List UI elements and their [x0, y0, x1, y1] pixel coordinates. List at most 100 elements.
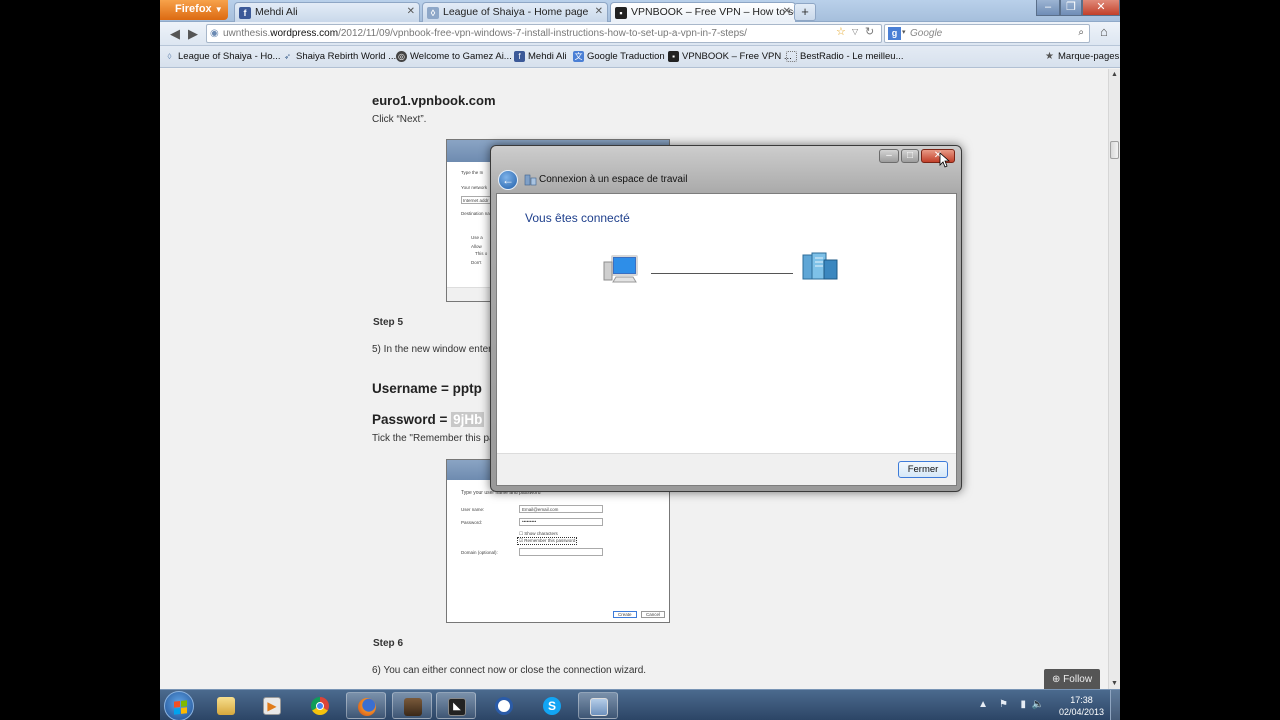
start-button[interactable] — [164, 691, 194, 720]
show-desktop-button[interactable] — [1110, 690, 1120, 720]
globe-icon: ◉ — [210, 28, 219, 39]
workplace-server-icon — [802, 252, 838, 280]
search-icon[interactable]: ⌕ — [1078, 27, 1084, 38]
url-prefix: uwnthesis. — [223, 28, 271, 39]
remote-desktop-icon — [590, 698, 608, 716]
browser-tab-strip: Firefox ▼ f Mehdi Ali ✕ ◊ League of Shaiy… — [160, 0, 1120, 22]
screenshot-text: ••••••••• — [522, 519, 537, 524]
screenshot-text: Email@email.com — [522, 507, 559, 512]
bookmark-league-of-shaiya[interactable]: ◊ League of Shaiya - Ho... — [164, 51, 281, 62]
bookmark-label: VPNBOOK – Free VPN ... — [682, 51, 792, 62]
dialog-maximize-button[interactable]: □ — [901, 149, 919, 163]
minimize-button[interactable]: – — [1036, 0, 1060, 16]
action-center-icon[interactable]: ⚑ — [999, 699, 1008, 710]
bookmarks-toolbar: ◊ League of Shaiya - Ho... ➶ Shaiya Rebirt… — [160, 46, 1120, 68]
screenshot-text: Internet addr — [463, 198, 489, 203]
bookmarks-menu-button[interactable]: ★ Marque-pages — [1044, 51, 1119, 62]
restore-button[interactable]: ❐ — [1060, 0, 1082, 16]
bookmark-label: Shaiya Rebirth World ... — [296, 51, 397, 62]
taskbar-firefox[interactable] — [346, 692, 386, 719]
network-icon — [524, 174, 537, 186]
url-bar[interactable]: ◉ uwnthesis.wordpress.com/2012/11/09/vpn… — [206, 24, 882, 43]
reload-icon[interactable]: ↻ — [865, 25, 874, 38]
screenshot-text: Remember this password — [524, 538, 576, 543]
taskbar-chrome[interactable] — [300, 692, 340, 719]
screenshot-text: Password: — [461, 520, 483, 525]
username-heading: Username = pptp — [372, 381, 482, 396]
new-tab-button[interactable]: + — [794, 3, 816, 21]
close-window-button[interactable]: ✕ — [1082, 0, 1120, 16]
chevron-down-icon: ▼ — [214, 5, 223, 14]
scroll-up-icon[interactable]: ▲ — [1111, 71, 1118, 78]
game-icon — [404, 698, 422, 716]
clock-time: 17:38 — [1070, 695, 1093, 705]
scroll-down-icon[interactable]: ▼ — [1111, 680, 1118, 687]
volume-icon[interactable]: 🔈 — [1032, 699, 1044, 710]
engine-dropdown-icon[interactable]: ▾ — [902, 28, 906, 36]
taskbar-media-player[interactable]: ▶ — [252, 692, 292, 719]
tab-mehdi-ali[interactable]: f Mehdi Ali ✕ — [234, 2, 420, 22]
home-icon[interactable]: ⌂ — [1100, 24, 1108, 39]
page-scrollbar[interactable]: ▲ ▼ — [1108, 69, 1120, 689]
bookmark-label: BestRadio - Le meilleu... — [800, 51, 904, 62]
bookmark-google-traduction[interactable]: 文 Google Traduction — [573, 51, 665, 62]
bookmark-shaiya-rebirth[interactable]: ➶ Shaiya Rebirth World ... — [282, 51, 396, 62]
bookmark-bestradio[interactable]: BestRadio - Le meilleu... — [786, 51, 904, 62]
dropdown-icon[interactable]: ▽ — [852, 27, 858, 36]
tab-league-of-shaiya[interactable]: ◊ League of Shaiya - Home page ✕ — [422, 2, 608, 22]
screenshot-text: Allow — [471, 244, 482, 249]
fermer-button[interactable]: Fermer — [898, 461, 948, 478]
tab-title: League of Shaiya - Home page — [443, 6, 589, 18]
ccleaner-icon — [495, 697, 513, 715]
bookmark-gamez[interactable]: ◎ Welcome to Gamez Ai... — [396, 51, 512, 62]
search-input[interactable]: g ▾ Google ⌕ — [884, 24, 1090, 43]
star-icon: ★ — [1045, 51, 1054, 62]
firefox-icon — [358, 698, 376, 716]
dialog-minimize-button[interactable]: – — [879, 149, 899, 163]
bookmark-label: Mehdi Ali — [528, 51, 567, 62]
vpnbook-icon: ▪ — [615, 7, 627, 19]
url-domain: wordpress.com — [270, 28, 339, 39]
network-signal-icon[interactable]: ▮ — [1020, 699, 1026, 710]
scroll-thumb[interactable] — [1110, 141, 1119, 159]
dialog-footer: Fermer — [497, 453, 956, 485]
bookmark-vpnbook[interactable]: ▪ VPNBOOK – Free VPN ... — [668, 51, 792, 62]
tray-expand-icon[interactable]: ▲ — [978, 699, 988, 710]
password-value: 9jHb — [451, 412, 485, 427]
bookmark-mehdi-ali[interactable]: f Mehdi Ali — [514, 51, 567, 62]
taskbar-ccleaner[interactable] — [484, 692, 524, 719]
tick-text: Tick the "Remember this pa — [372, 433, 495, 444]
shaiya-icon: ◊ — [427, 7, 439, 19]
screenshot-button: Create — [613, 611, 637, 618]
taskbar-remote-desktop[interactable] — [578, 692, 618, 719]
facebook-icon: f — [514, 51, 525, 62]
back-button[interactable]: ◀ — [166, 25, 184, 43]
close-icon[interactable]: ✕ — [595, 6, 603, 17]
close-icon[interactable]: ✕ — [783, 6, 791, 17]
follow-button[interactable]: ⊕ Follow — [1044, 669, 1100, 689]
navigation-toolbar: ◀ ▶ ◉ uwnthesis.wordpress.com/2012/11/09… — [160, 22, 1120, 46]
screenshot-text: Domain (optional): — [461, 550, 498, 555]
taskbar-skype[interactable]: S — [532, 692, 572, 719]
close-icon[interactable]: ✕ — [407, 6, 415, 17]
screenshot-text: User name: — [461, 507, 485, 512]
star-icon[interactable]: ☆ — [836, 25, 846, 38]
right-letterbox — [1120, 0, 1280, 720]
mouse-cursor-icon — [939, 152, 950, 168]
chrome-icon — [311, 697, 329, 715]
dialog-back-button[interactable]: ← — [498, 170, 518, 190]
follow-icon: ⊕ — [1052, 674, 1064, 685]
screenshot-field: ••••••••• — [519, 518, 603, 526]
clock[interactable]: 17:38 02/04/2013 — [1059, 694, 1104, 718]
desktop-screen: Firefox ▼ f Mehdi Ali ✕ ◊ League of Shaiy… — [160, 0, 1120, 720]
firefox-menu-button[interactable]: Firefox ▼ — [160, 0, 228, 20]
bookmarks-menu-label: Marque-pages — [1058, 51, 1120, 62]
url-path: /2012/11/09/vpnbook-free-vpn-windows-7-i… — [338, 28, 747, 39]
taskbar-game[interactable] — [392, 692, 432, 719]
taskbar-explorer[interactable] — [206, 692, 246, 719]
bird-icon: ➶ — [284, 52, 291, 61]
vpnbook-icon: ▪ — [668, 51, 679, 62]
forward-button[interactable]: ▶ — [184, 25, 202, 43]
taskbar-network-app[interactable]: ◣ — [436, 692, 476, 719]
tab-vpnbook[interactable]: ▪ VPNBOOK – Free VPN – How to set u... ✕ — [610, 2, 796, 22]
